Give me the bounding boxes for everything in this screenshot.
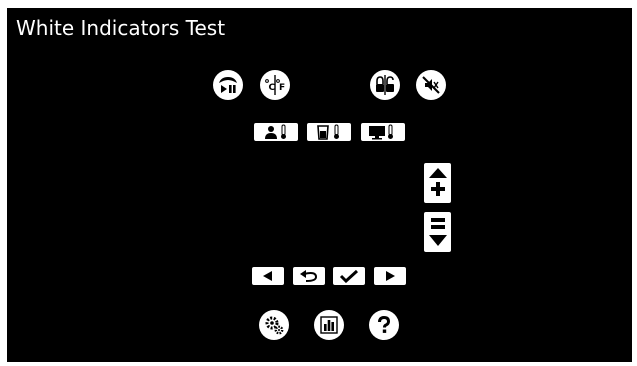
increase-button[interactable]: [424, 163, 451, 203]
window-title: White Indicators Test: [16, 16, 226, 40]
play-pause-icon[interactable]: [213, 70, 243, 100]
no-sound-icon[interactable]: [416, 70, 446, 100]
settings-icon[interactable]: [259, 310, 289, 340]
confirm-button[interactable]: [333, 267, 365, 285]
previous-button[interactable]: [252, 267, 284, 285]
lock-icon[interactable]: [370, 70, 400, 100]
svg-text:F: F: [279, 83, 285, 93]
back-button[interactable]: [293, 267, 325, 285]
celsius-fahrenheit-icon[interactable]: C F: [260, 70, 290, 100]
cup-temperature-button[interactable]: [307, 123, 351, 141]
help-icon[interactable]: [369, 310, 399, 340]
monitor-temperature-button[interactable]: [361, 123, 405, 141]
next-button[interactable]: [374, 267, 406, 285]
svg-text:C: C: [269, 83, 276, 93]
decrease-button[interactable]: [424, 212, 451, 252]
statistics-icon[interactable]: [314, 310, 344, 340]
display-screen: White Indicators Test C F: [7, 8, 632, 362]
person-temperature-button[interactable]: [254, 123, 298, 141]
